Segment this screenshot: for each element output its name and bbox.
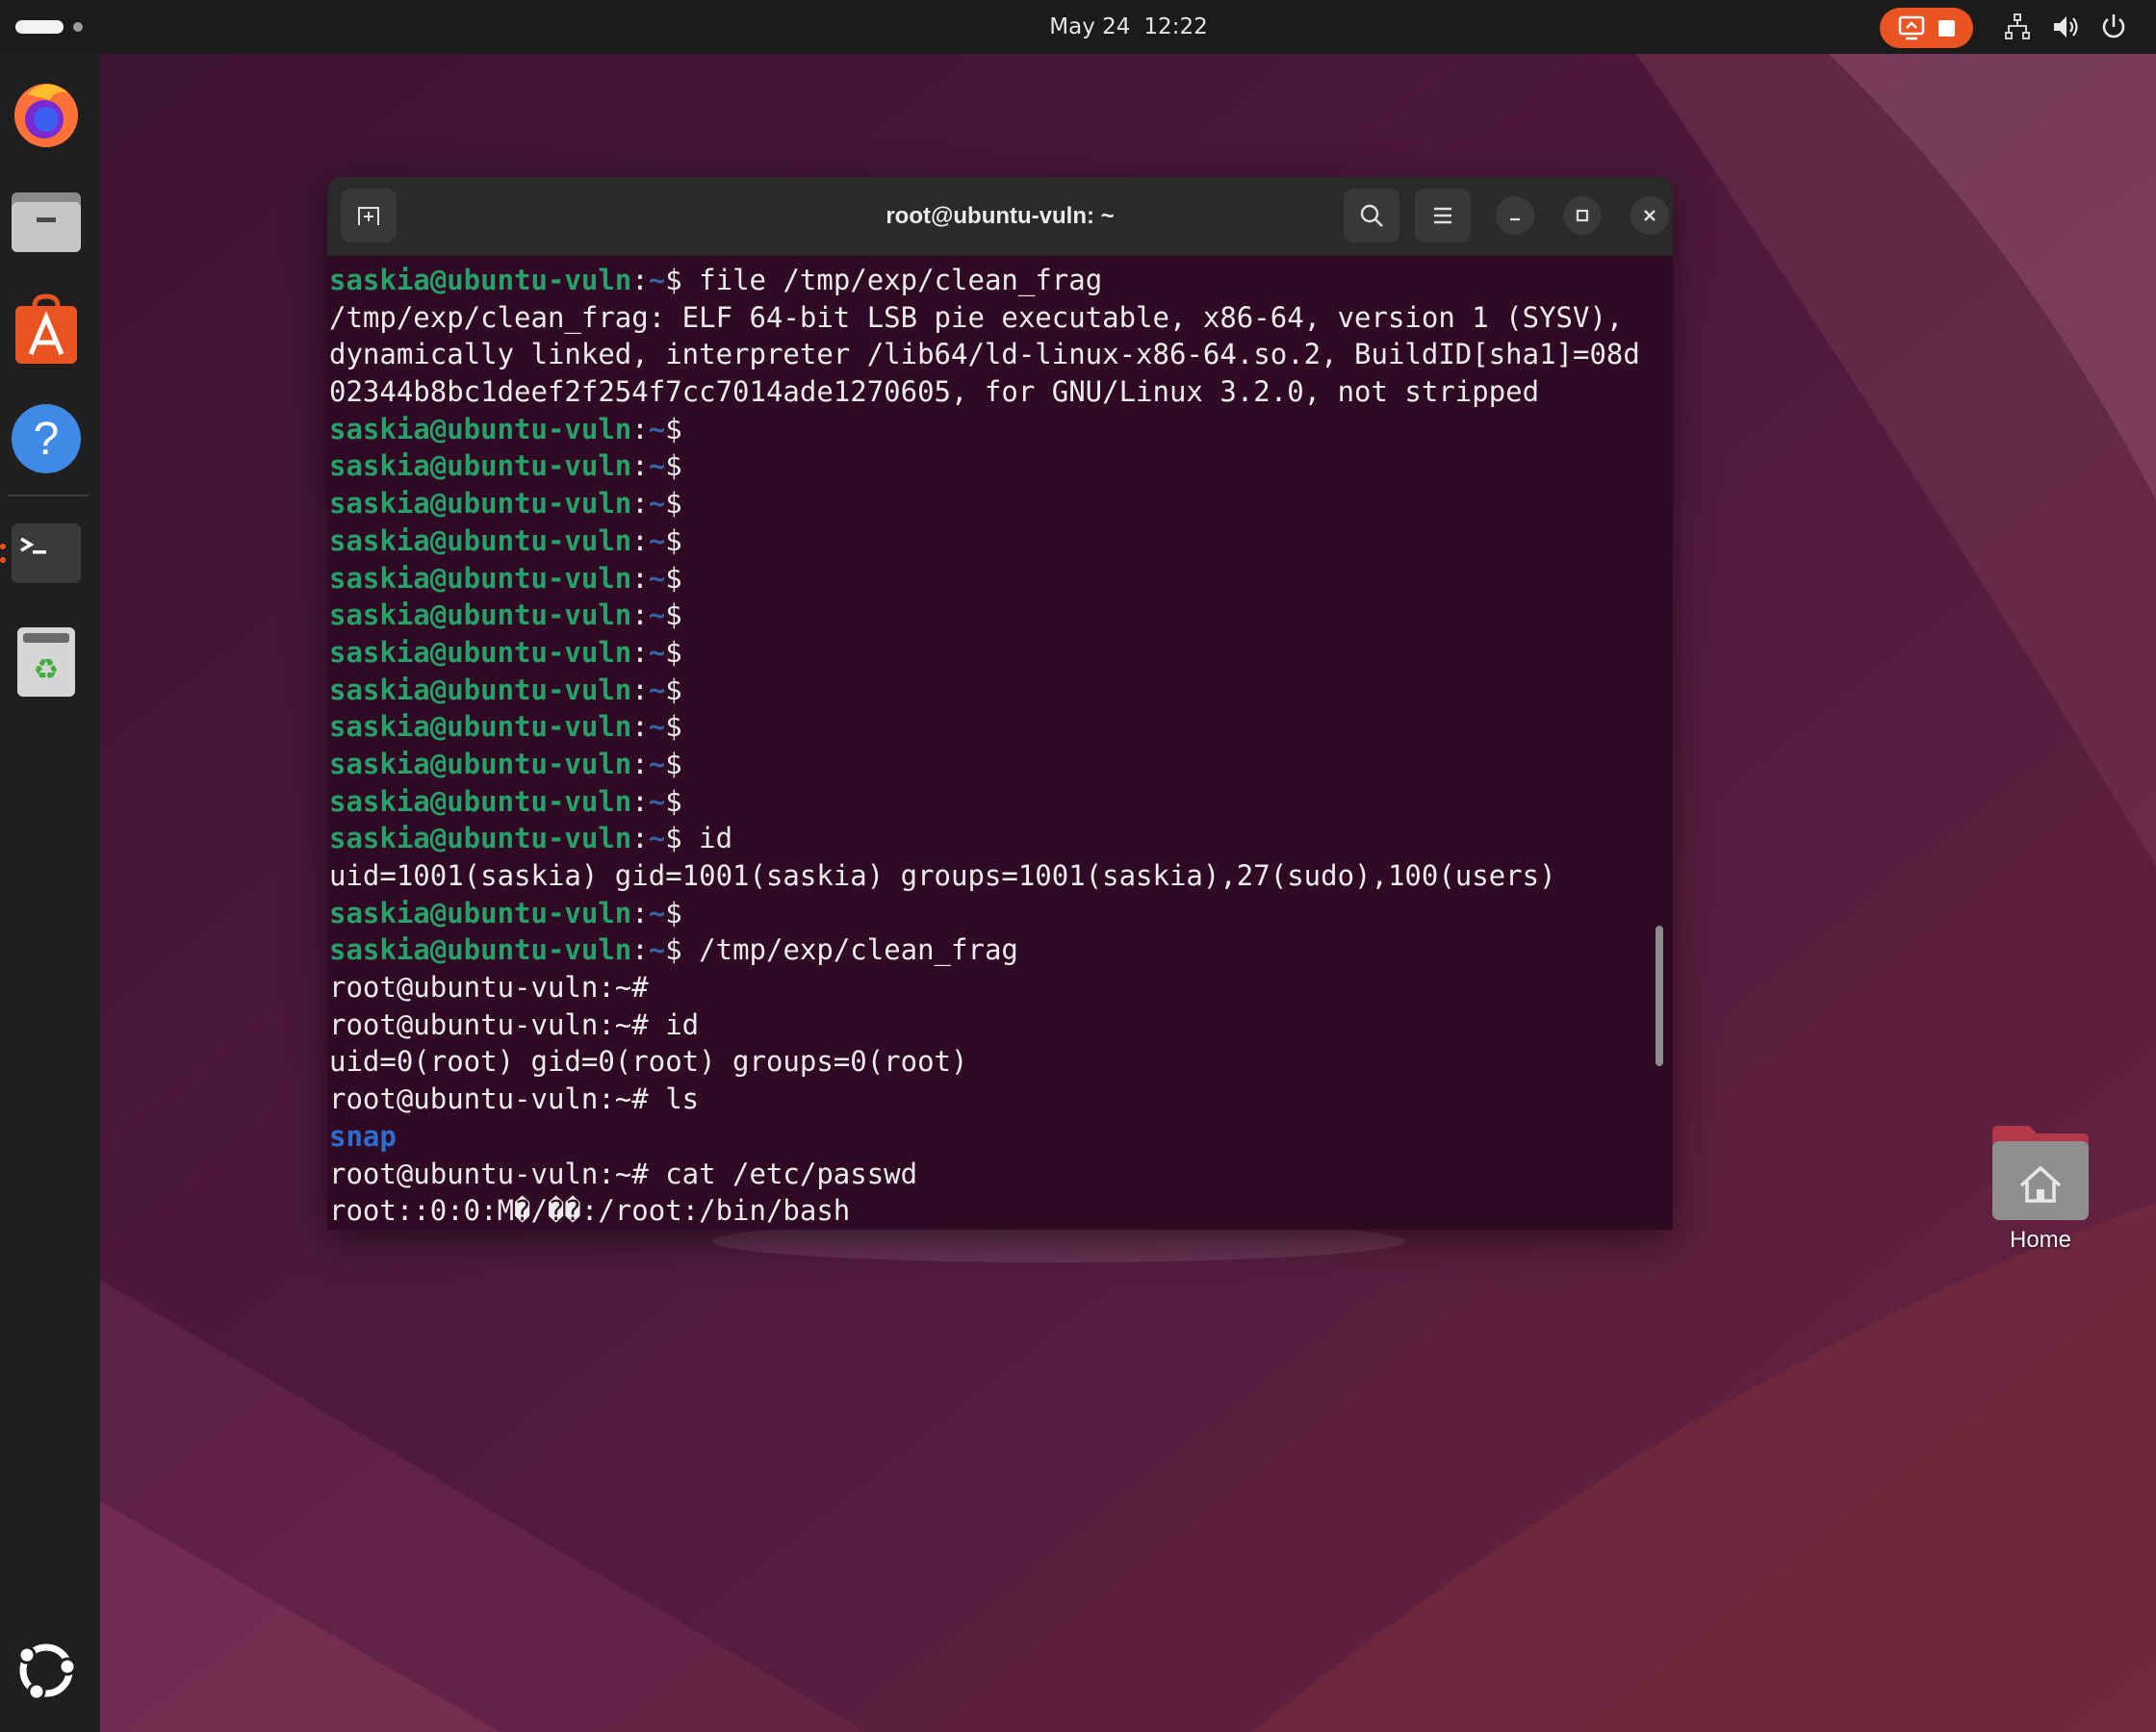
clock-date: May 24 xyxy=(1049,14,1131,39)
terminal-output[interactable]: saskia@ubuntu-vuln:~$ file /tmp/exp/clea… xyxy=(327,256,1673,1230)
terminal-line: root@ubuntu-vuln:~# xyxy=(329,971,649,1005)
workspace-dot[interactable] xyxy=(73,22,83,32)
help-icon[interactable]: ? xyxy=(8,400,85,477)
terminal-line: saskia@ubuntu-vuln:~$ xyxy=(329,487,682,521)
search-icon xyxy=(1360,204,1383,227)
window-title: root@ubuntu-vuln: ~ xyxy=(886,203,1115,229)
dock-separator xyxy=(8,495,89,497)
terminal-line: /tmp/exp/clean_frag: ELF 64-bit LSB pie … xyxy=(329,300,1624,334)
terminal-line: uid=1001(saskia) gid=1001(saskia) groups… xyxy=(329,859,1556,892)
running-indicator xyxy=(0,544,6,549)
svg-text:♻: ♻ xyxy=(34,653,60,687)
terminal-window[interactable]: root@ubuntu-vuln: ~ saskia@ubuntu-vuln:~… xyxy=(327,177,1673,1230)
hamburger-menu-icon xyxy=(1434,207,1451,224)
terminal-line: root@ubuntu-vuln:~# cat /etc/passwd xyxy=(329,1157,918,1190)
new-tab-icon xyxy=(358,207,379,225)
terminal-line: saskia@ubuntu-vuln:~$ xyxy=(329,710,682,744)
terminal-line: saskia@ubuntu-vuln:~$ xyxy=(329,561,682,595)
maximize-icon xyxy=(1576,209,1589,222)
terminal-headerbar[interactable]: root@ubuntu-vuln: ~ xyxy=(327,177,1673,256)
minimize-button[interactable] xyxy=(1496,196,1534,235)
terminal-icon[interactable] xyxy=(8,514,85,591)
activities-indicator[interactable] xyxy=(15,19,83,35)
search-button[interactable] xyxy=(1344,189,1399,242)
terminal-line: saskia@ubuntu-vuln:~$ id xyxy=(329,822,733,855)
clock-time: 12:22 xyxy=(1143,14,1208,39)
home-folder-label: Home xyxy=(2009,1227,2072,1253)
terminal-line: 02344b8bc1deef2f254f7cc7014ade1270605, f… xyxy=(329,375,1540,409)
stop-recording-icon[interactable] xyxy=(1938,19,1955,37)
terminal-line: saskia@ubuntu-vuln:~$ xyxy=(329,896,682,930)
terminal-line: root@ubuntu-vuln:~# id xyxy=(329,1007,700,1041)
power-icon[interactable] xyxy=(2098,12,2129,42)
maximize-button[interactable] xyxy=(1563,196,1602,235)
terminal-line: root@ubuntu-vuln:~# ls xyxy=(329,1082,700,1116)
volume-icon[interactable] xyxy=(2050,12,2081,42)
screen-recording-indicator[interactable] xyxy=(1880,8,1973,48)
network-icon[interactable] xyxy=(2002,12,2033,42)
terminal-line: saskia@ubuntu-vuln:~$ /tmp/exp/clean_fra… xyxy=(329,933,1018,967)
ubuntu-logo-icon[interactable] xyxy=(8,1632,85,1709)
terminal-line: root::0:0:M�/��:/root:/bin/bash xyxy=(329,1194,851,1228)
terminal-line: saskia@ubuntu-vuln:~$ xyxy=(329,449,682,483)
new-tab-button[interactable] xyxy=(341,189,397,242)
terminal-line: saskia@ubuntu-vuln:~$ xyxy=(329,523,682,557)
terminal-line: saskia@ubuntu-vuln:~$ xyxy=(329,599,682,632)
close-icon xyxy=(1644,210,1656,221)
menu-button[interactable] xyxy=(1415,189,1471,242)
date-time-clock[interactable]: May 24 12:22 xyxy=(962,0,1295,54)
terminal-line: saskia@ubuntu-vuln:~$ xyxy=(329,635,682,669)
files-icon[interactable] xyxy=(8,185,85,262)
terminal-line: dynamically linked, interpreter /lib64/l… xyxy=(329,338,1640,371)
trash-icon[interactable]: ♻ xyxy=(8,624,85,700)
home-folder-icon[interactable] xyxy=(1983,1116,2098,1232)
top-bar: May 24 12:22 xyxy=(0,0,2156,54)
running-indicator xyxy=(0,557,6,563)
minimize-icon xyxy=(1510,217,1520,221)
terminal-scrollbar[interactable] xyxy=(1656,926,1663,1066)
firefox-icon[interactable] xyxy=(8,75,85,152)
terminal-line: saskia@ubuntu-vuln:~$ xyxy=(329,673,682,706)
terminal-line: saskia@ubuntu-vuln:~$ xyxy=(329,784,682,818)
screencast-icon xyxy=(1898,15,1925,40)
terminal-line: uid=0(root) gid=0(root) groups=0(root) xyxy=(329,1045,968,1079)
app-center-icon[interactable] xyxy=(8,293,85,369)
close-button[interactable] xyxy=(1630,196,1669,235)
svg-text:?: ? xyxy=(34,414,60,465)
terminal-line: saskia@ubuntu-vuln:~$ file /tmp/exp/clea… xyxy=(329,264,1103,296)
terminal-line: saskia@ubuntu-vuln:~$ xyxy=(329,747,682,780)
terminal-line: snap xyxy=(329,1119,397,1153)
dock: ? ♻ xyxy=(0,54,100,1732)
terminal-line: saskia@ubuntu-vuln:~$ xyxy=(329,412,682,446)
workspace-pill-active[interactable] xyxy=(15,20,64,34)
